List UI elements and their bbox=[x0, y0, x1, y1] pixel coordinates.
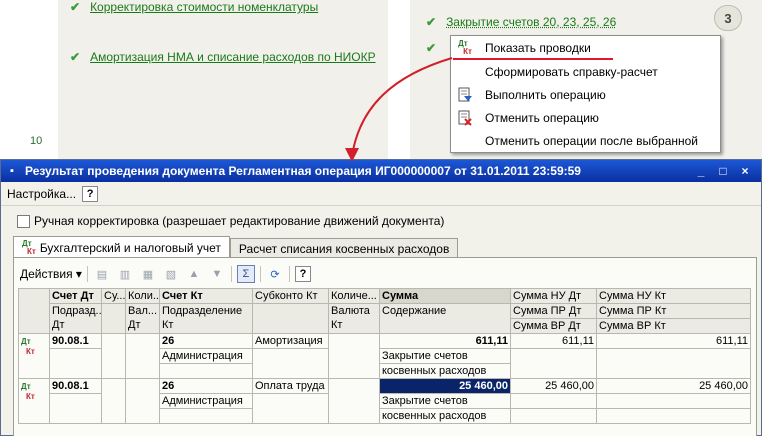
table-row-selected[interactable]: Дт Кт 90.08.1 26 Оплата труда 25 460,00 2… bbox=[18, 378, 751, 424]
menu-item-label: Показать проводки bbox=[485, 40, 591, 55]
check-icon: ✔ bbox=[70, 0, 81, 14]
grid-help-button[interactable]: ? bbox=[294, 266, 311, 282]
dt-kt-icon: Дт Кт bbox=[458, 38, 472, 56]
menu-item-create-report[interactable]: Сформировать справку-расчет bbox=[451, 60, 720, 83]
move-up-icon[interactable]: ▲ bbox=[185, 265, 203, 283]
add-row-icon[interactable]: ▤ bbox=[93, 265, 111, 283]
totals-icon[interactable]: Σ bbox=[236, 265, 255, 283]
tab-accounting[interactable]: Дт Кт Бухгалтерский и налоговый учет bbox=[13, 236, 230, 258]
check-icon: ✔ bbox=[70, 50, 81, 64]
grid-toolbar: Действия ▾ ▤ ▥ ▦ ▧ ▲ ▼ Σ ⟳ ? bbox=[20, 263, 311, 285]
context-menu: Дт Кт Показать проводки Сформировать спра… bbox=[450, 35, 721, 153]
manual-adjust-option[interactable]: Ручная корректировка (разрешает редактир… bbox=[17, 214, 444, 228]
operation-item-selected[interactable]: ✔ Закрытие счетов 20, 23, 25, 26 bbox=[426, 15, 616, 29]
menu-item-label: Отменить операции после выбранной bbox=[485, 133, 699, 148]
menu-item-cancel-after-selected[interactable]: Отменить операции после выбранной bbox=[451, 129, 720, 152]
dt-kt-icon: Дт Кт bbox=[18, 333, 50, 379]
selected-cell[interactable]: 25 460,00 bbox=[379, 378, 511, 394]
operation-link[interactable]: Амортизация НМА и списание расходов по Н… bbox=[90, 50, 376, 64]
operation-item[interactable]: ✔ Корректировка стоимости номенклатуры bbox=[70, 0, 318, 14]
menu-item-label: Выполнить операцию bbox=[485, 87, 606, 102]
dt-kt-icon: Дт Кт bbox=[22, 238, 36, 256]
check-icon: ✔ bbox=[426, 15, 437, 29]
operation-item: ✔ bbox=[426, 41, 436, 55]
actions-menu[interactable]: Действия ▾ bbox=[20, 267, 82, 281]
document-result-window: ▪ Результат проведения документа Регламе… bbox=[0, 159, 762, 436]
tab-label: Бухгалтерский и налоговый учет bbox=[39, 240, 221, 255]
help-button[interactable]: ? bbox=[82, 185, 99, 202]
menu-item-execute-operation[interactable]: Выполнить операцию bbox=[451, 83, 720, 106]
operation-item[interactable]: ✔ Амортизация НМА и списание расходов по… bbox=[70, 50, 376, 64]
window-titlebar[interactable]: ▪ Результат проведения документа Регламе… bbox=[1, 160, 761, 182]
grid-header-row: Подразд... Дт Вал... Дт Подразделение Кт… bbox=[19, 303, 751, 334]
operation-link[interactable]: Закрытие счетов 20, 23, 25, 26 bbox=[446, 15, 616, 29]
menu-item-show-entries[interactable]: Дт Кт Показать проводки bbox=[451, 36, 720, 59]
maximize-button[interactable]: □ bbox=[715, 163, 731, 179]
move-down-icon[interactable]: ▼ bbox=[208, 265, 226, 283]
grid-header-row: Счет Дт Су... Коли... Счет Кт Субконто К… bbox=[18, 288, 751, 334]
window-title: Результат проведения документа Регламент… bbox=[25, 164, 581, 178]
dt-kt-icon: Дт Кт bbox=[18, 378, 50, 424]
manual-adjust-checkbox[interactable] bbox=[17, 214, 30, 228]
tab-panel: Действия ▾ ▤ ▥ ▦ ▧ ▲ ▼ Σ ⟳ ? Счет Дт Су.… bbox=[13, 257, 757, 436]
entries-grid: Счет Дт Су... Коли... Счет Кт Субконто К… bbox=[18, 288, 751, 424]
manual-adjust-label: Ручная корректировка (разрешает редактир… bbox=[34, 214, 445, 228]
edit-row-icon[interactable]: ▦ bbox=[139, 265, 157, 283]
table-row[interactable]: Дт Кт 90.08.1 26 Амортизация 611,11 611,1… bbox=[18, 333, 751, 379]
menu-item-label: Сформировать справку-расчет bbox=[485, 64, 658, 79]
operation-link[interactable]: Корректировка стоимости номенклатуры bbox=[90, 0, 318, 14]
step-number-badge: 3 bbox=[714, 5, 742, 31]
execute-operation-icon bbox=[451, 87, 479, 103]
menu-item-label: Отменить операцию bbox=[485, 110, 599, 125]
window-document-icon: ▪ bbox=[10, 165, 14, 177]
minimize-button[interactable]: _ bbox=[693, 163, 709, 179]
refresh-icon[interactable]: ⟳ bbox=[266, 265, 284, 283]
menu-item-cancel-operation[interactable]: Отменить операцию bbox=[451, 106, 720, 129]
copy-row-icon[interactable]: ▥ bbox=[116, 265, 134, 283]
tab-label: Расчет списания косвенных расходов bbox=[238, 241, 450, 256]
settings-button[interactable]: Настройка... bbox=[7, 187, 76, 201]
tab-strip: Дт Кт Бухгалтерский и налоговый учет Расч… bbox=[13, 236, 459, 258]
tab-indirect-costs[interactable]: Расчет списания косвенных расходов bbox=[229, 238, 459, 258]
row-number: 10 bbox=[30, 135, 43, 147]
delete-row-icon[interactable]: ▧ bbox=[162, 265, 180, 283]
close-button[interactable]: × bbox=[737, 163, 753, 179]
window-toolbar: Настройка... ? bbox=[1, 182, 761, 206]
operations-column-left bbox=[58, 0, 388, 160]
cancel-operation-icon bbox=[451, 110, 479, 126]
check-icon: ✔ bbox=[426, 41, 437, 55]
